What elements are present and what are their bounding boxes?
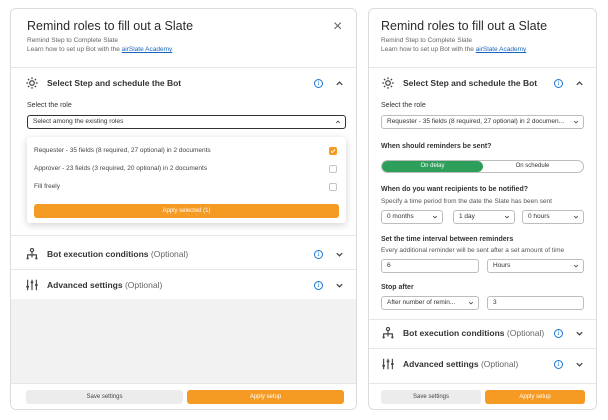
chevron-up-icon[interactable] bbox=[575, 79, 584, 88]
section-header-advanced[interactable]: Advanced settings (Optional) i bbox=[369, 351, 596, 377]
stop-label: Stop after bbox=[381, 284, 414, 291]
section-title: Advanced settings bbox=[403, 359, 479, 369]
info-icon[interactable]: i bbox=[554, 359, 563, 369]
chevron-down-icon[interactable] bbox=[575, 329, 584, 338]
apply-selected-button[interactable]: Apply selected (1) bbox=[34, 204, 339, 218]
stop-count-input[interactable]: 3 bbox=[487, 296, 584, 310]
learn-more-text: Learn how to set up Bot with the airSlat… bbox=[381, 46, 527, 53]
info-icon[interactable]: i bbox=[554, 328, 563, 338]
months-select[interactable]: 0 months bbox=[381, 210, 443, 224]
interval-label: Set the time interval between reminders bbox=[381, 236, 514, 243]
divider bbox=[11, 67, 356, 68]
role-select[interactable]: Requester - 35 fields (8 required, 27 op… bbox=[381, 115, 584, 129]
section-title: Select Step and schedule the Bot bbox=[403, 78, 538, 88]
checkbox[interactable] bbox=[329, 183, 337, 191]
panel-title: Remind roles to fill out a Slate bbox=[27, 19, 194, 33]
chevron-down-icon bbox=[573, 120, 579, 124]
checkbox-checked[interactable] bbox=[329, 147, 337, 155]
learn-more-text: Learn how to set up Bot with the airSlat… bbox=[27, 46, 173, 53]
apply-setup-button[interactable]: Apply setup bbox=[485, 390, 585, 404]
optional-tag: (Optional) bbox=[506, 328, 545, 338]
chevron-down-icon[interactable] bbox=[335, 281, 344, 290]
role-label: Select the role bbox=[381, 102, 426, 109]
info-icon[interactable]: i bbox=[314, 78, 323, 88]
gear-icon bbox=[26, 77, 38, 89]
gear-icon bbox=[382, 77, 394, 89]
interval-unit-select[interactable]: Hours bbox=[487, 259, 584, 273]
section-header-exec[interactable]: Bot execution conditions (Optional) i bbox=[369, 320, 596, 346]
hours-select[interactable]: 0 hours bbox=[522, 210, 584, 224]
interval-input[interactable]: 6 bbox=[381, 259, 479, 273]
section-title: Bot execution conditions bbox=[403, 328, 505, 338]
chevron-up-icon[interactable] bbox=[335, 79, 344, 88]
panel-subtitle: Remind Step to Complete Slate bbox=[27, 37, 119, 44]
info-icon[interactable]: i bbox=[554, 78, 563, 88]
toggle-on-schedule[interactable]: On schedule bbox=[482, 161, 583, 172]
optional-tag: (Optional) bbox=[124, 280, 163, 290]
section-title: Select Step and schedule the Bot bbox=[47, 78, 182, 88]
notify-label: When do you want recipients to be notifi… bbox=[381, 186, 528, 193]
section-header-exec[interactable]: Bot execution conditions (Optional) i bbox=[11, 241, 356, 267]
section-header-step[interactable]: Select Step and schedule the Bot i bbox=[11, 70, 356, 96]
hierarchy-icon bbox=[382, 326, 394, 339]
check-icon bbox=[330, 149, 336, 154]
optional-tag: (Optional) bbox=[150, 249, 189, 259]
chevron-down-icon bbox=[573, 215, 579, 219]
role-select[interactable]: Select among the existing roles bbox=[27, 115, 346, 129]
save-settings-button[interactable]: Save settings bbox=[26, 390, 183, 404]
toggle-on-delay[interactable]: On delay bbox=[382, 161, 483, 172]
role-option-fill-freely[interactable]: Fill freely bbox=[34, 180, 339, 194]
panel-subtitle: Remind Step to Complete Slate bbox=[381, 37, 473, 44]
chevron-down-icon bbox=[573, 264, 579, 268]
panel-footer: Save settings Apply setup bbox=[369, 383, 596, 409]
section-header-step[interactable]: Select Step and schedule the Bot i bbox=[369, 70, 596, 96]
role-label: Select the role bbox=[27, 102, 72, 109]
panel-title: Remind roles to fill out a Slate bbox=[381, 19, 548, 33]
divider bbox=[11, 269, 356, 270]
panel-footer: Save settings Apply setup bbox=[11, 383, 356, 409]
info-icon[interactable]: i bbox=[314, 280, 323, 290]
close-icon[interactable]: × bbox=[333, 19, 342, 35]
apply-setup-button[interactable]: Apply setup bbox=[187, 390, 344, 404]
info-icon[interactable]: i bbox=[314, 249, 323, 259]
chevron-up-icon bbox=[335, 120, 341, 124]
notify-hint: Specify a time period from the date the … bbox=[381, 198, 552, 205]
section-title: Advanced settings bbox=[47, 280, 123, 290]
sliders-icon bbox=[26, 279, 38, 291]
checkbox[interactable] bbox=[329, 165, 337, 173]
chevron-down-icon[interactable] bbox=[575, 360, 584, 369]
chevron-down-icon bbox=[432, 215, 438, 219]
hierarchy-icon bbox=[26, 247, 38, 260]
role-dropdown-menu: Requester - 35 fields (8 required, 27 op… bbox=[27, 137, 346, 223]
reminder-mode-toggle: On delay On schedule bbox=[381, 160, 584, 173]
empty-content-area bbox=[11, 299, 356, 392]
interval-hint: Every additional reminder will be sent a… bbox=[381, 247, 565, 254]
bot-setup-panel-left: Remind roles to fill out a Slate × Remin… bbox=[10, 8, 357, 410]
optional-tag: (Optional) bbox=[480, 359, 519, 369]
role-option-requester[interactable]: Requester - 35 fields (8 required, 27 op… bbox=[34, 144, 339, 158]
chevron-down-icon[interactable] bbox=[335, 250, 344, 259]
academy-link[interactable]: airSlate Academy bbox=[476, 46, 527, 53]
save-settings-button[interactable]: Save settings bbox=[381, 390, 481, 404]
section-header-advanced[interactable]: Advanced settings (Optional) i bbox=[11, 272, 356, 298]
academy-link[interactable]: airSlate Academy bbox=[122, 46, 173, 53]
chevron-down-icon bbox=[504, 215, 510, 219]
stop-mode-select[interactable]: After number of remin... bbox=[381, 296, 479, 310]
divider bbox=[369, 67, 596, 68]
role-option-approver[interactable]: Approver - 23 fields (3 required, 20 opt… bbox=[34, 162, 339, 176]
bot-setup-panel-right: Remind roles to fill out a Slate Remind … bbox=[368, 8, 597, 410]
when-label: When should reminders be sent? bbox=[381, 143, 492, 150]
chevron-down-icon bbox=[468, 301, 474, 305]
section-title: Bot execution conditions bbox=[47, 249, 149, 259]
divider bbox=[11, 235, 356, 236]
divider bbox=[369, 348, 596, 349]
days-select[interactable]: 1 day bbox=[453, 210, 515, 224]
sliders-icon bbox=[382, 358, 394, 370]
